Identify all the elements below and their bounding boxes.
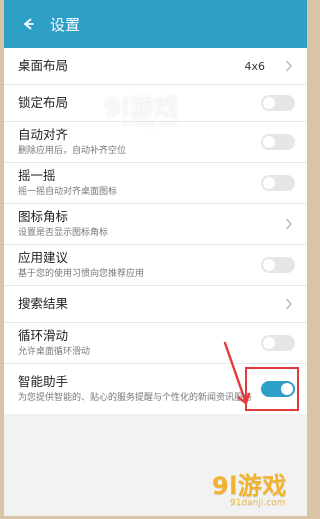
- toggle-knob: [281, 383, 293, 395]
- setting-desktop-layout[interactable]: 桌面布局 4x6: [4, 48, 307, 85]
- loop-slide-subtitle: 允许桌面循环滑动: [18, 347, 91, 357]
- icon-badge-subtitle: 设置是否显示图标角标: [18, 228, 109, 238]
- toggle-knob: [263, 177, 275, 189]
- setting-smart-assistant[interactable]: 智能助手 为您提供智能的、贴心的服务提醒与个性化的新闻资讯服务: [4, 364, 307, 414]
- app-suggestion-label: 应用建议: [18, 250, 69, 265]
- setting-loop-slide[interactable]: 循环滑动 允许桌面循环滑动: [4, 323, 307, 364]
- chevron-right-icon: [283, 60, 295, 72]
- app-suggestion-text: 应用建议 基于您的使用习惯向您推荐应用: [18, 250, 261, 280]
- setting-search-results[interactable]: 搜索结果: [4, 286, 307, 323]
- lock-layout-toggle[interactable]: [261, 95, 295, 111]
- loop-slide-label: 循环滑动: [18, 328, 69, 343]
- smart-assistant-toggle[interactable]: [261, 381, 295, 397]
- back-button[interactable]: [12, 0, 42, 48]
- smart-assistant-label: 智能助手: [18, 374, 69, 389]
- settings-list: 桌面布局 4x6 锁定布局 自动对齐 删除应用后，自动补齐空位 摇一摇 摇一摇自…: [4, 48, 307, 414]
- toggle-knob: [263, 136, 275, 148]
- loop-slide-toggle[interactable]: [261, 335, 295, 351]
- auto-align-toggle[interactable]: [261, 134, 295, 150]
- lock-layout-text: 锁定布局: [18, 95, 261, 111]
- desktop-layout-label: 桌面布局: [18, 58, 69, 73]
- loop-slide-text: 循环滑动 允许桌面循环滑动: [18, 328, 261, 358]
- auto-align-label: 自动对齐: [18, 127, 69, 142]
- chevron-right-icon: [283, 218, 295, 230]
- toggle-knob: [263, 337, 275, 349]
- desktop-layout-text: 桌面布局: [18, 58, 244, 74]
- app-suggestion-toggle[interactable]: [261, 257, 295, 273]
- settings-screen: 设置 桌面布局 4x6 锁定布局 自动对齐 删除应用后，自动补齐空位 摇一摇 摇…: [4, 0, 307, 516]
- toggle-knob: [263, 97, 275, 109]
- smart-assistant-text: 智能助手 为您提供智能的、贴心的服务提醒与个性化的新闻资讯服务: [18, 374, 261, 404]
- setting-auto-align[interactable]: 自动对齐 删除应用后，自动补齐空位: [4, 122, 307, 163]
- setting-icon-badge[interactable]: 图标角标 设置是否显示图标角标: [4, 204, 307, 245]
- app-suggestion-subtitle: 基于您的使用习惯向您推荐应用: [18, 269, 145, 279]
- toggle-knob: [263, 259, 275, 271]
- top-bar: 设置: [4, 0, 307, 48]
- shake-toggle[interactable]: [261, 175, 295, 191]
- auto-align-subtitle: 删除应用后，自动补齐空位: [18, 146, 127, 156]
- icon-badge-label: 图标角标: [18, 209, 69, 224]
- back-arrow-icon: [24, 18, 34, 30]
- setting-app-suggestion[interactable]: 应用建议 基于您的使用习惯向您推荐应用: [4, 245, 307, 286]
- setting-shake[interactable]: 摇一摇 摇一摇自动对齐桌面图标: [4, 163, 307, 204]
- search-results-label: 搜索结果: [18, 296, 69, 311]
- icon-badge-text: 图标角标 设置是否显示图标角标: [18, 209, 283, 239]
- shake-subtitle: 摇一摇自动对齐桌面图标: [18, 187, 118, 197]
- smart-assistant-subtitle: 为您提供智能的、贴心的服务提醒与个性化的新闻资讯服务: [18, 393, 253, 403]
- desktop-layout-value: 4x6: [244, 59, 265, 73]
- shake-text: 摇一摇 摇一摇自动对齐桌面图标: [18, 168, 261, 198]
- lock-layout-label: 锁定布局: [18, 95, 69, 110]
- page-title: 设置: [50, 15, 81, 34]
- search-results-text: 搜索结果: [18, 296, 283, 312]
- chevron-right-icon: [283, 298, 295, 310]
- auto-align-text: 自动对齐 删除应用后，自动补齐空位: [18, 127, 261, 157]
- setting-lock-layout[interactable]: 锁定布局: [4, 85, 307, 122]
- shake-label: 摇一摇: [18, 168, 56, 183]
